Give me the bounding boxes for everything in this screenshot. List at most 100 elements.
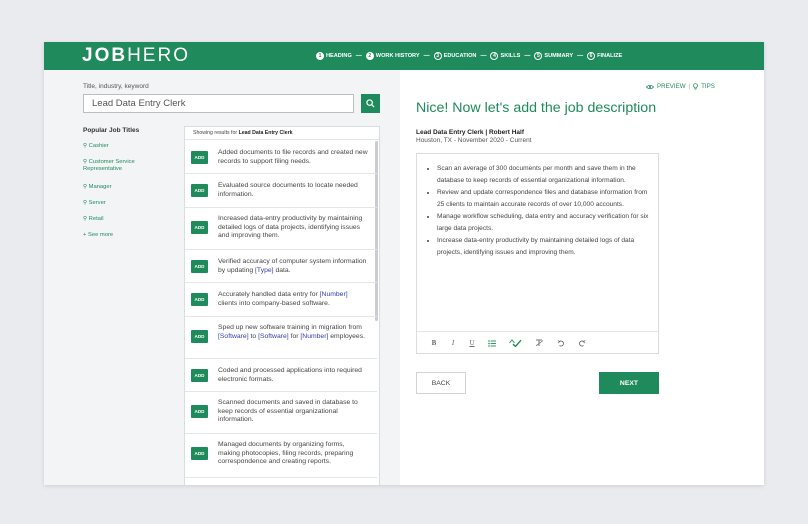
add-button[interactable]: ADD: [191, 447, 208, 460]
undo-button[interactable]: [557, 339, 565, 347]
popular-item-label: Cashier: [88, 143, 109, 149]
job-title: Lead Data Entry Clerk | Robert Half: [416, 129, 525, 136]
step-skills[interactable]: 4 SKILLS: [490, 52, 520, 60]
step-label: HEADING: [326, 53, 352, 59]
step-separator: —: [423, 53, 430, 59]
results-panel: Showing results for Lead Data Entry Cler…: [184, 126, 380, 485]
search-label: Title, industry, keyword: [83, 83, 149, 90]
search-small-icon: ⚲: [83, 216, 88, 222]
link-divider: |: [688, 83, 691, 90]
description-bullet: Manage workflow scheduling, data entry a…: [437, 211, 655, 235]
result-item: ADD Added documents to file records and …: [185, 141, 377, 174]
popular-item-label: Server: [88, 200, 106, 206]
bold-button[interactable]: B: [431, 339, 437, 347]
add-button[interactable]: ADD: [191, 221, 208, 234]
logo[interactable]: JOBHERO: [82, 46, 190, 66]
step-label: SUMMARY: [544, 53, 574, 59]
step-number: 5: [534, 52, 543, 60]
result-item: ADD Evaluated source documents to locate…: [185, 174, 377, 208]
see-more-link[interactable]: + See more: [83, 232, 113, 239]
page-title: Nice! Now let's add the job description: [416, 100, 657, 116]
results-prefix: Showing results for: [193, 130, 238, 136]
step-label: WORK HISTORY: [375, 53, 420, 59]
logo-light: HERO: [127, 45, 190, 66]
result-text: Scanned documents and saved in database …: [218, 399, 358, 424]
placeholder-token: [Software]: [218, 332, 249, 340]
search-small-icon: ⚲: [83, 143, 88, 149]
step-separator: —: [480, 53, 487, 59]
popular-titles-heading: Popular Job Titles: [83, 127, 140, 134]
description-bullets[interactable]: Scan an average of 300 documents per mon…: [437, 163, 655, 259]
list-icon: [488, 339, 496, 347]
result-item: ADD Sped up new software training in mig…: [185, 317, 377, 359]
add-button[interactable]: ADD: [191, 405, 208, 418]
results-list: ADD Added documents to file records and …: [185, 141, 377, 478]
add-button[interactable]: ADD: [191, 260, 208, 273]
step-number: 4: [490, 52, 499, 60]
progress-steps: 1 HEADING — 2 WORK HISTORY — 3 EDUCATION — …: [316, 42, 622, 70]
popular-item-manager[interactable]: ⚲ Manager: [83, 184, 112, 191]
tips-link[interactable]: TIPS: [701, 83, 715, 90]
result-text: Added documents to file records and crea…: [218, 149, 368, 165]
lightbulb-icon: [693, 83, 698, 90]
description-editor[interactable]: Scan an average of 300 documents per mon…: [416, 153, 659, 354]
add-label: ADD: [194, 264, 205, 269]
step-work-history[interactable]: 2 WORK HISTORY: [365, 52, 420, 60]
results-header: Showing results for Lead Data Entry Cler…: [185, 127, 379, 140]
step-heading[interactable]: 1 HEADING: [316, 52, 352, 60]
step-separator: —: [577, 53, 584, 59]
right-panel: PREVIEW | TIPS Nice! Now let's add the j…: [400, 70, 764, 485]
placeholder-token: [Type]: [255, 266, 274, 274]
bullet-list-button[interactable]: [488, 339, 496, 347]
add-button[interactable]: ADD: [191, 151, 208, 164]
search-icon: [366, 99, 375, 108]
result-text: Sped up new software training in migrati…: [218, 324, 365, 340]
add-button[interactable]: ADD: [191, 293, 208, 306]
search-small-icon: ⚲: [83, 200, 88, 206]
step-label: EDUCATION: [443, 53, 477, 59]
redo-icon: [579, 339, 586, 346]
preview-link[interactable]: PREVIEW: [657, 83, 686, 90]
next-button[interactable]: NEXT: [599, 372, 659, 394]
description-bullet: Review and update correspondence files a…: [437, 187, 655, 211]
redo-button[interactable]: [578, 339, 586, 347]
left-panel: Title, industry, keyword Popular Job Tit…: [44, 70, 400, 485]
spellcheck-button[interactable]: [509, 339, 522, 347]
editor-toolbar: B I U: [431, 338, 586, 348]
result-text: Verified accuracy of computer system inf…: [218, 258, 367, 274]
search-button[interactable]: [361, 94, 380, 113]
back-button[interactable]: BACK: [416, 372, 466, 394]
builder-card: JOBHERO 1 HEADING — 2 WORK HISTORY — 3 EDUC…: [44, 42, 764, 485]
result-item: ADD Increased data-entry productivity by…: [185, 208, 377, 250]
step-number: 1: [316, 52, 324, 60]
result-item: ADD Coded and processed applications int…: [185, 359, 377, 392]
add-button[interactable]: ADD: [191, 369, 208, 382]
popular-item-server[interactable]: ⚲ Server: [83, 200, 106, 207]
add-button[interactable]: ADD: [191, 184, 208, 197]
logo-bold: JOB: [82, 45, 128, 66]
result-text: Managed documents by organizing forms, m…: [218, 441, 354, 466]
toolbar-divider: [417, 331, 658, 332]
step-label: SKILLS: [500, 53, 521, 59]
step-education[interactable]: 3 EDUCATION: [433, 52, 477, 60]
step-finalize[interactable]: 6 FINALIZE: [587, 52, 622, 60]
search-input[interactable]: [83, 94, 354, 113]
search-small-icon: ⚲: [83, 159, 88, 165]
clear-format-button[interactable]: [535, 339, 544, 347]
popular-item-label: Manager: [88, 184, 112, 190]
popular-item-cashier[interactable]: ⚲ Cashier: [83, 143, 109, 150]
add-button[interactable]: ADD: [191, 330, 208, 343]
popular-item-retail[interactable]: ⚲ Retail: [83, 216, 103, 223]
underline-button[interactable]: U: [469, 339, 475, 347]
results-term: Lead Data Entry Clerk: [238, 130, 293, 136]
result-text: Increased data-entry productivity by mai…: [218, 215, 363, 240]
description-bullet: Increase data-entry productivity by main…: [437, 235, 655, 259]
popular-item-customer-service[interactable]: ⚲ Customer Service Representative: [83, 159, 163, 173]
step-separator: —: [524, 53, 531, 59]
undo-icon: [557, 339, 564, 346]
step-label: FINALIZE: [597, 53, 623, 59]
top-bar: JOBHERO 1 HEADING — 2 WORK HISTORY — 3 EDUC…: [44, 42, 764, 70]
spellcheck-icon: [509, 339, 522, 347]
italic-button[interactable]: I: [450, 339, 456, 347]
step-summary[interactable]: 5 SUMMARY: [534, 52, 573, 60]
